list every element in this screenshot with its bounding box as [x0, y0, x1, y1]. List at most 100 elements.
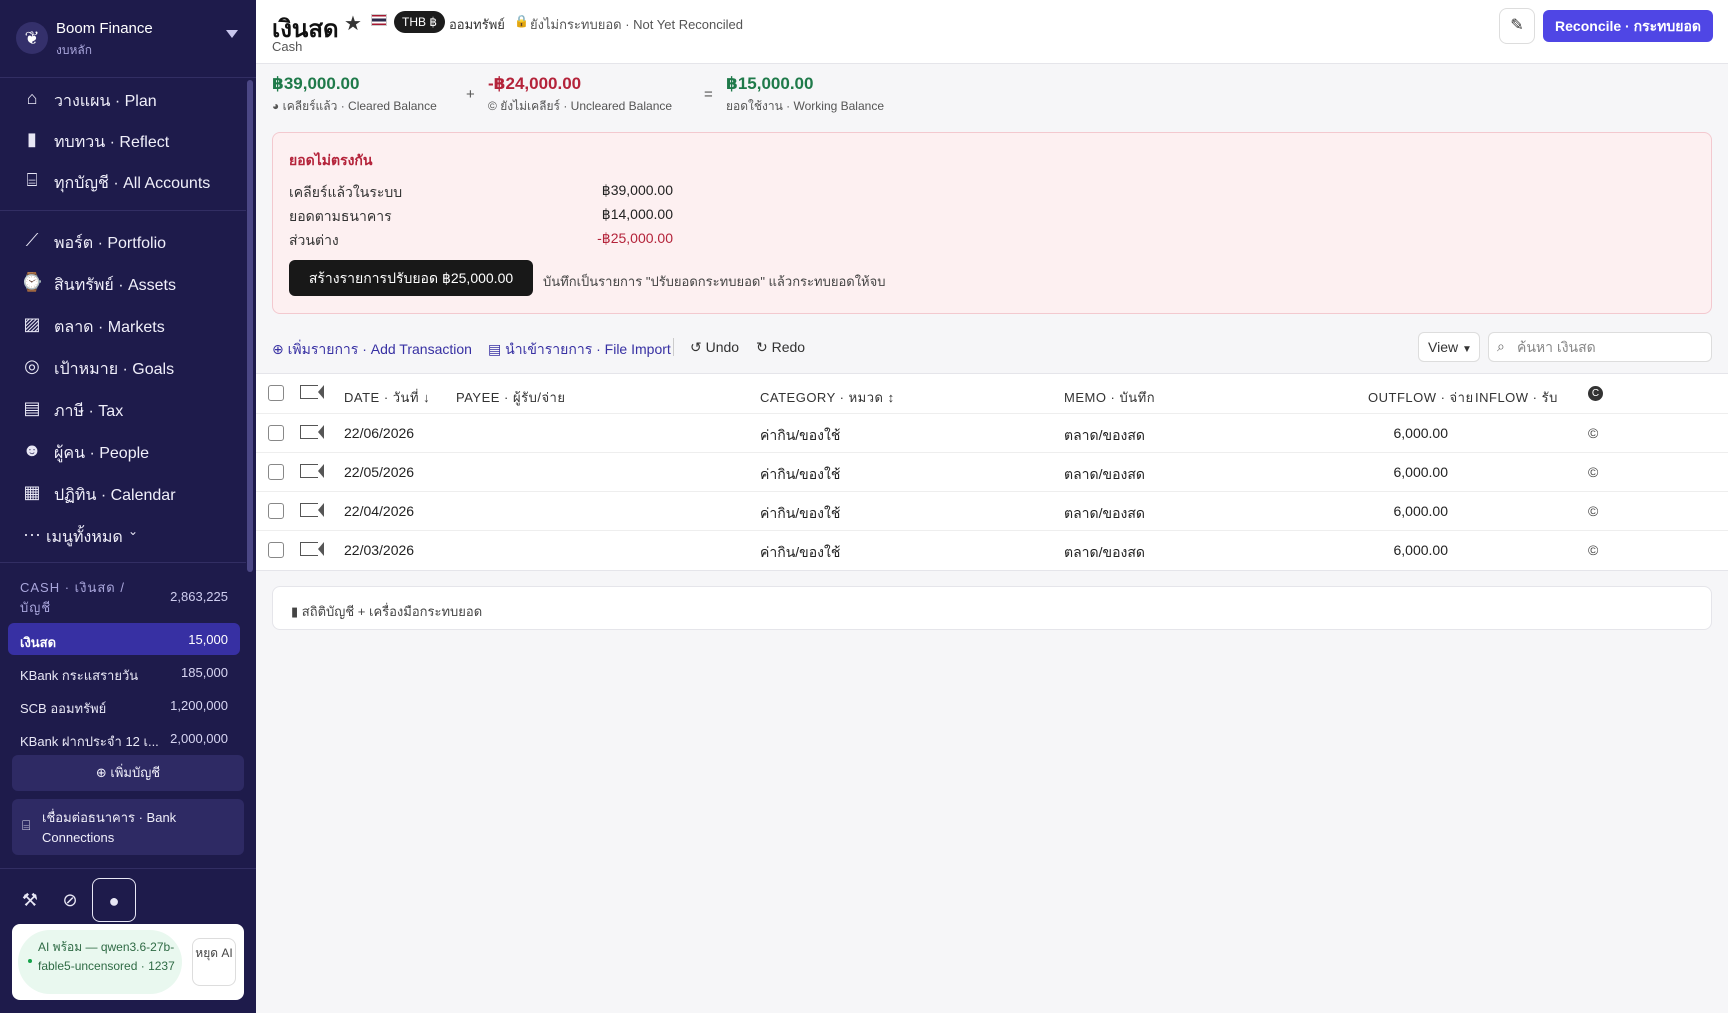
- nav-label: ภาษี · Tax: [54, 403, 124, 420]
- cell-memo: ตลาด/ของสด: [1064, 505, 1145, 521]
- stop-ai-button[interactable]: หยุด AI: [192, 938, 236, 986]
- sidebar-scrollbar[interactable]: [247, 80, 253, 572]
- column-memo[interactable]: MEMO · บันทึก: [1064, 387, 1155, 408]
- chat-icon[interactable]: ●: [92, 878, 136, 922]
- chevron-down-icon: ⌄: [128, 524, 139, 538]
- file-icon: ▤: [488, 341, 502, 357]
- paint-roller-icon[interactable]: ⚒: [8, 878, 52, 922]
- flag-icon: [300, 384, 324, 399]
- cell-date: 22/04/2026: [344, 503, 415, 519]
- mismatch-row-value: -฿25,000.00: [597, 230, 673, 246]
- view-dropdown[interactable]: View ▼: [1418, 332, 1480, 362]
- nav-plan[interactable]: ⌂ วางแผน · Plan: [0, 78, 246, 118]
- nav-people[interactable]: ☻ ผู้คน · People: [0, 430, 246, 470]
- uncleared-icon[interactable]: ©: [1588, 425, 1598, 441]
- divider: [0, 210, 246, 211]
- nav-label: ตลาด · Markets: [54, 319, 165, 336]
- row-checkbox[interactable]: [268, 503, 284, 519]
- uncleared-icon[interactable]: ©: [1588, 542, 1598, 558]
- cell-memo: ตลาด/ของสด: [1064, 466, 1145, 482]
- equals-operator: =: [704, 86, 713, 103]
- eye-off-icon[interactable]: ⊘: [48, 878, 92, 922]
- nav-reflect[interactable]: ▮ ทบทวน · Reflect: [0, 119, 246, 159]
- uncleared-amount: -฿24,000.00: [488, 74, 582, 93]
- cleared-amount: ฿39,000.00: [272, 74, 360, 93]
- file-import-button[interactable]: ▤ นำเข้ารายการ · File Import: [488, 339, 671, 361]
- account-item-cash[interactable]: เงินสด 15,000: [8, 623, 240, 655]
- nav-markets[interactable]: ▨ ตลาด · Markets: [0, 304, 246, 344]
- bank-icon: ⌸: [26, 170, 38, 190]
- add-account-button[interactable]: ⊕ เพิ่มบัญชี: [12, 755, 244, 791]
- row-checkbox[interactable]: [268, 464, 284, 480]
- account-item-scb-savings[interactable]: SCB ออมทรัพย์ 1,200,000: [8, 689, 240, 721]
- nav-label: สินทรัพย์ · Assets: [54, 277, 176, 294]
- add-account-label: เพิ่มบัญชี: [110, 765, 161, 780]
- flag-icon[interactable]: [300, 463, 324, 478]
- account-balance: 2,000,000: [170, 731, 228, 746]
- star-icon[interactable]: ★: [344, 11, 362, 36]
- nav-label: ปฏิทิน · Calendar: [54, 487, 176, 504]
- nav-label: เป้าหมาย · Goals: [54, 361, 175, 378]
- budget-name: งบหลัก: [56, 43, 93, 57]
- transactions-table: DATE · วันที่ ↓ PAYEE · ผู้รับ/จ่าย CATE…: [256, 373, 1728, 571]
- table-row[interactable]: 22/05/2026 ค่ากิน/ของใช้ ตลาด/ของสด 6,00…: [256, 453, 1728, 492]
- bar-chart-icon: ▮: [291, 604, 299, 619]
- flag-icon[interactable]: [300, 424, 324, 439]
- nav-calendar[interactable]: ▦ ปฏิทิน · Calendar: [0, 472, 246, 512]
- brand-name: Boom Finance: [56, 20, 153, 37]
- cell-date: 22/05/2026: [344, 464, 415, 480]
- budget-switcher[interactable]: ❦ Boom Finance งบหลัก: [0, 0, 256, 78]
- working-amount: ฿15,000.00: [726, 74, 814, 93]
- column-date[interactable]: DATE · วันที่ ↓: [344, 387, 430, 408]
- main-content: เงินสด ★ THB ฿ ออมทรัพย์ 🔒 ยังไม่กระทบยอ…: [256, 0, 1728, 1013]
- account-type: ออมทรัพย์: [449, 17, 505, 32]
- caret-down-icon[interactable]: [226, 30, 238, 38]
- row-checkbox[interactable]: [268, 425, 284, 441]
- redo-button[interactable]: ↻ Redo: [756, 339, 805, 356]
- flag-icon[interactable]: [300, 541, 324, 556]
- search-input[interactable]: [1517, 337, 1705, 357]
- account-item-kbank-current[interactable]: KBank กระแสรายวัน 185,000: [8, 656, 240, 688]
- column-outflow[interactable]: OUTFLOW · จ่าย: [1368, 387, 1474, 408]
- account-group-label: CASH · เงินสด / บัญชี: [20, 580, 125, 615]
- column-category[interactable]: CATEGORY · หมวด ↕: [760, 387, 895, 408]
- add-transaction-button[interactable]: ⊕ เพิ่มรายการ · Add Transaction: [272, 339, 472, 361]
- nav-assets[interactable]: ⌚ สินทรัพย์ · Assets: [0, 262, 246, 302]
- select-all-checkbox[interactable]: [268, 385, 284, 401]
- nav-portfolio[interactable]: ⟋ พอร์ต · Portfolio: [0, 220, 246, 260]
- row-checkbox[interactable]: [268, 542, 284, 558]
- search-box[interactable]: ⌕: [1488, 332, 1712, 362]
- reconcile-button[interactable]: Reconcile · กระทบยอด: [1543, 10, 1713, 42]
- nav-goals[interactable]: ◎ เป้าหมาย · Goals: [0, 346, 246, 386]
- account-stats-toggle[interactable]: ▮ สถิติบัญชี + เครื่องมือกระทบยอด: [272, 586, 1712, 630]
- stats-label: ▮ สถิติบัญชี + เครื่องมือกระทบยอด: [291, 601, 482, 622]
- bank-connections-button[interactable]: ⌸ เชื่อมต่อธนาคาร · Bank Connections: [12, 799, 244, 855]
- uncleared-icon[interactable]: ©: [1588, 464, 1598, 480]
- table-row[interactable]: 22/04/2026 ค่ากิน/ของใช้ ตลาด/ของสด 6,00…: [256, 492, 1728, 531]
- column-payee[interactable]: PAYEE · ผู้รับ/จ่าย: [456, 387, 565, 408]
- nav-label: เมนูทั้งหมด: [46, 529, 123, 546]
- undo-button[interactable]: ↺ Undo: [690, 339, 739, 356]
- edit-account-button[interactable]: ✎: [1499, 8, 1535, 44]
- mismatch-alert: ยอดไม่ตรงกัน เคลียร์แล้วในระบบ ฿39,000.0…: [272, 132, 1712, 314]
- nav-all-menus[interactable]: ··· เมนูทั้งหมด ⌄: [0, 514, 246, 554]
- column-inflow[interactable]: INFLOW · รับ: [1475, 387, 1558, 408]
- plan-icon: ⌂: [26, 88, 38, 108]
- account-item-kbank-fixed[interactable]: KBank ฝากประจำ 12 เ... 2,000,000: [8, 722, 240, 754]
- table-row[interactable]: 22/03/2026 ค่ากิน/ของใช้ ตลาด/ของสด 6,00…: [256, 531, 1728, 570]
- bank-icon: ⌸: [22, 817, 31, 833]
- cell-category: ค่ากิน/ของใช้: [760, 466, 841, 482]
- table-row[interactable]: 22/06/2026 ค่ากิน/ของใช้ ตลาด/ของสด 6,00…: [256, 414, 1728, 453]
- cell-date: 22/06/2026: [344, 425, 415, 441]
- account-group-total: 2,863,225: [170, 589, 228, 604]
- mismatch-title: ยอดไม่ตรงกัน: [289, 152, 373, 168]
- create-adjustment-button[interactable]: สร้างรายการปรับยอด ฿25,000.00: [289, 260, 533, 296]
- watch-icon: ⌚: [20, 272, 44, 292]
- account-header: เงินสด ★ THB ฿ ออมทรัพย์ 🔒 ยังไม่กระทบยอ…: [256, 0, 1728, 64]
- flag-icon[interactable]: [300, 502, 324, 517]
- nav-all-accounts[interactable]: ⌸ ทุกบัญชี · All Accounts: [0, 160, 246, 200]
- file-import-label: นำเข้ารายการ · File Import: [505, 341, 671, 357]
- nav-tax[interactable]: ▤ ภาษี · Tax: [0, 388, 246, 428]
- cleared-label: เคลียร์แล้ว · Cleared Balance: [282, 99, 437, 113]
- uncleared-icon[interactable]: ©: [1588, 503, 1598, 519]
